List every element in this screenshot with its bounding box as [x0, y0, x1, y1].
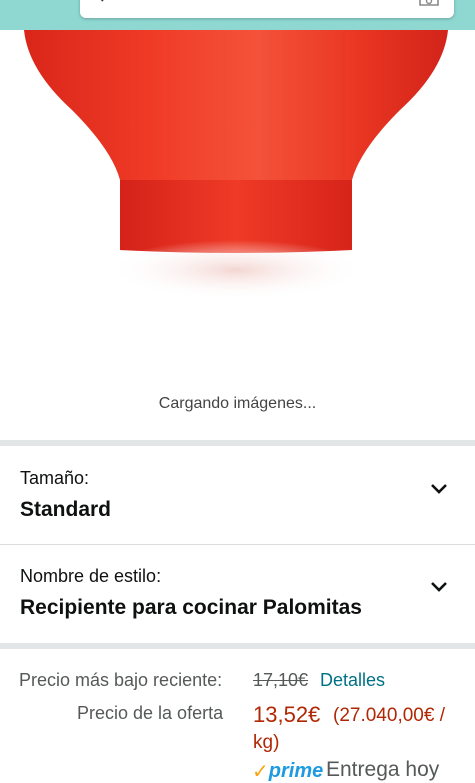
search-icon — [100, 0, 104, 2]
variation-style-selector[interactable]: Nombre de estilo: Recipiente para cocina… — [0, 545, 475, 643]
section-divider — [0, 643, 475, 649]
chevron-down-icon[interactable] — [429, 580, 449, 594]
recent-low-price-label: Precio más bajo reciente: — [19, 670, 223, 690]
variation-label: Nombre de estilo: — [20, 566, 162, 586]
camera-icon[interactable] — [418, 0, 440, 6]
recent-low-price-value: 17,10€ — [253, 670, 309, 690]
prime-label: prime — [268, 759, 324, 782]
unit-price: (27.040,00€ / — [333, 705, 445, 726]
loading-images-text: Cargando imágenes... — [158, 395, 317, 412]
product-image[interactable] — [0, 30, 475, 375]
details-link[interactable]: Detalles — [320, 670, 385, 691]
variation-size-selector[interactable]: Tamaño: Standard — [0, 446, 475, 544]
variation-value: Standard — [20, 498, 112, 521]
chevron-down-icon[interactable] — [429, 482, 449, 496]
variation-label: Tamaño: — [20, 468, 90, 488]
offer-price-label: Precio de la oferta — [77, 703, 224, 723]
prime-check-icon: ✓ — [252, 760, 269, 783]
offer-price: 13,52€ — [253, 702, 321, 727]
top-search-bar — [0, 0, 475, 30]
delivery-text: Entrega hoy — [326, 758, 440, 781]
prime-logo: ✓ prime — [252, 758, 323, 783]
unit-price-continued: kg) — [253, 732, 280, 753]
search-input[interactable] — [80, 0, 454, 18]
variation-value: Recipiente para cocinar Palomitas — [20, 596, 362, 619]
